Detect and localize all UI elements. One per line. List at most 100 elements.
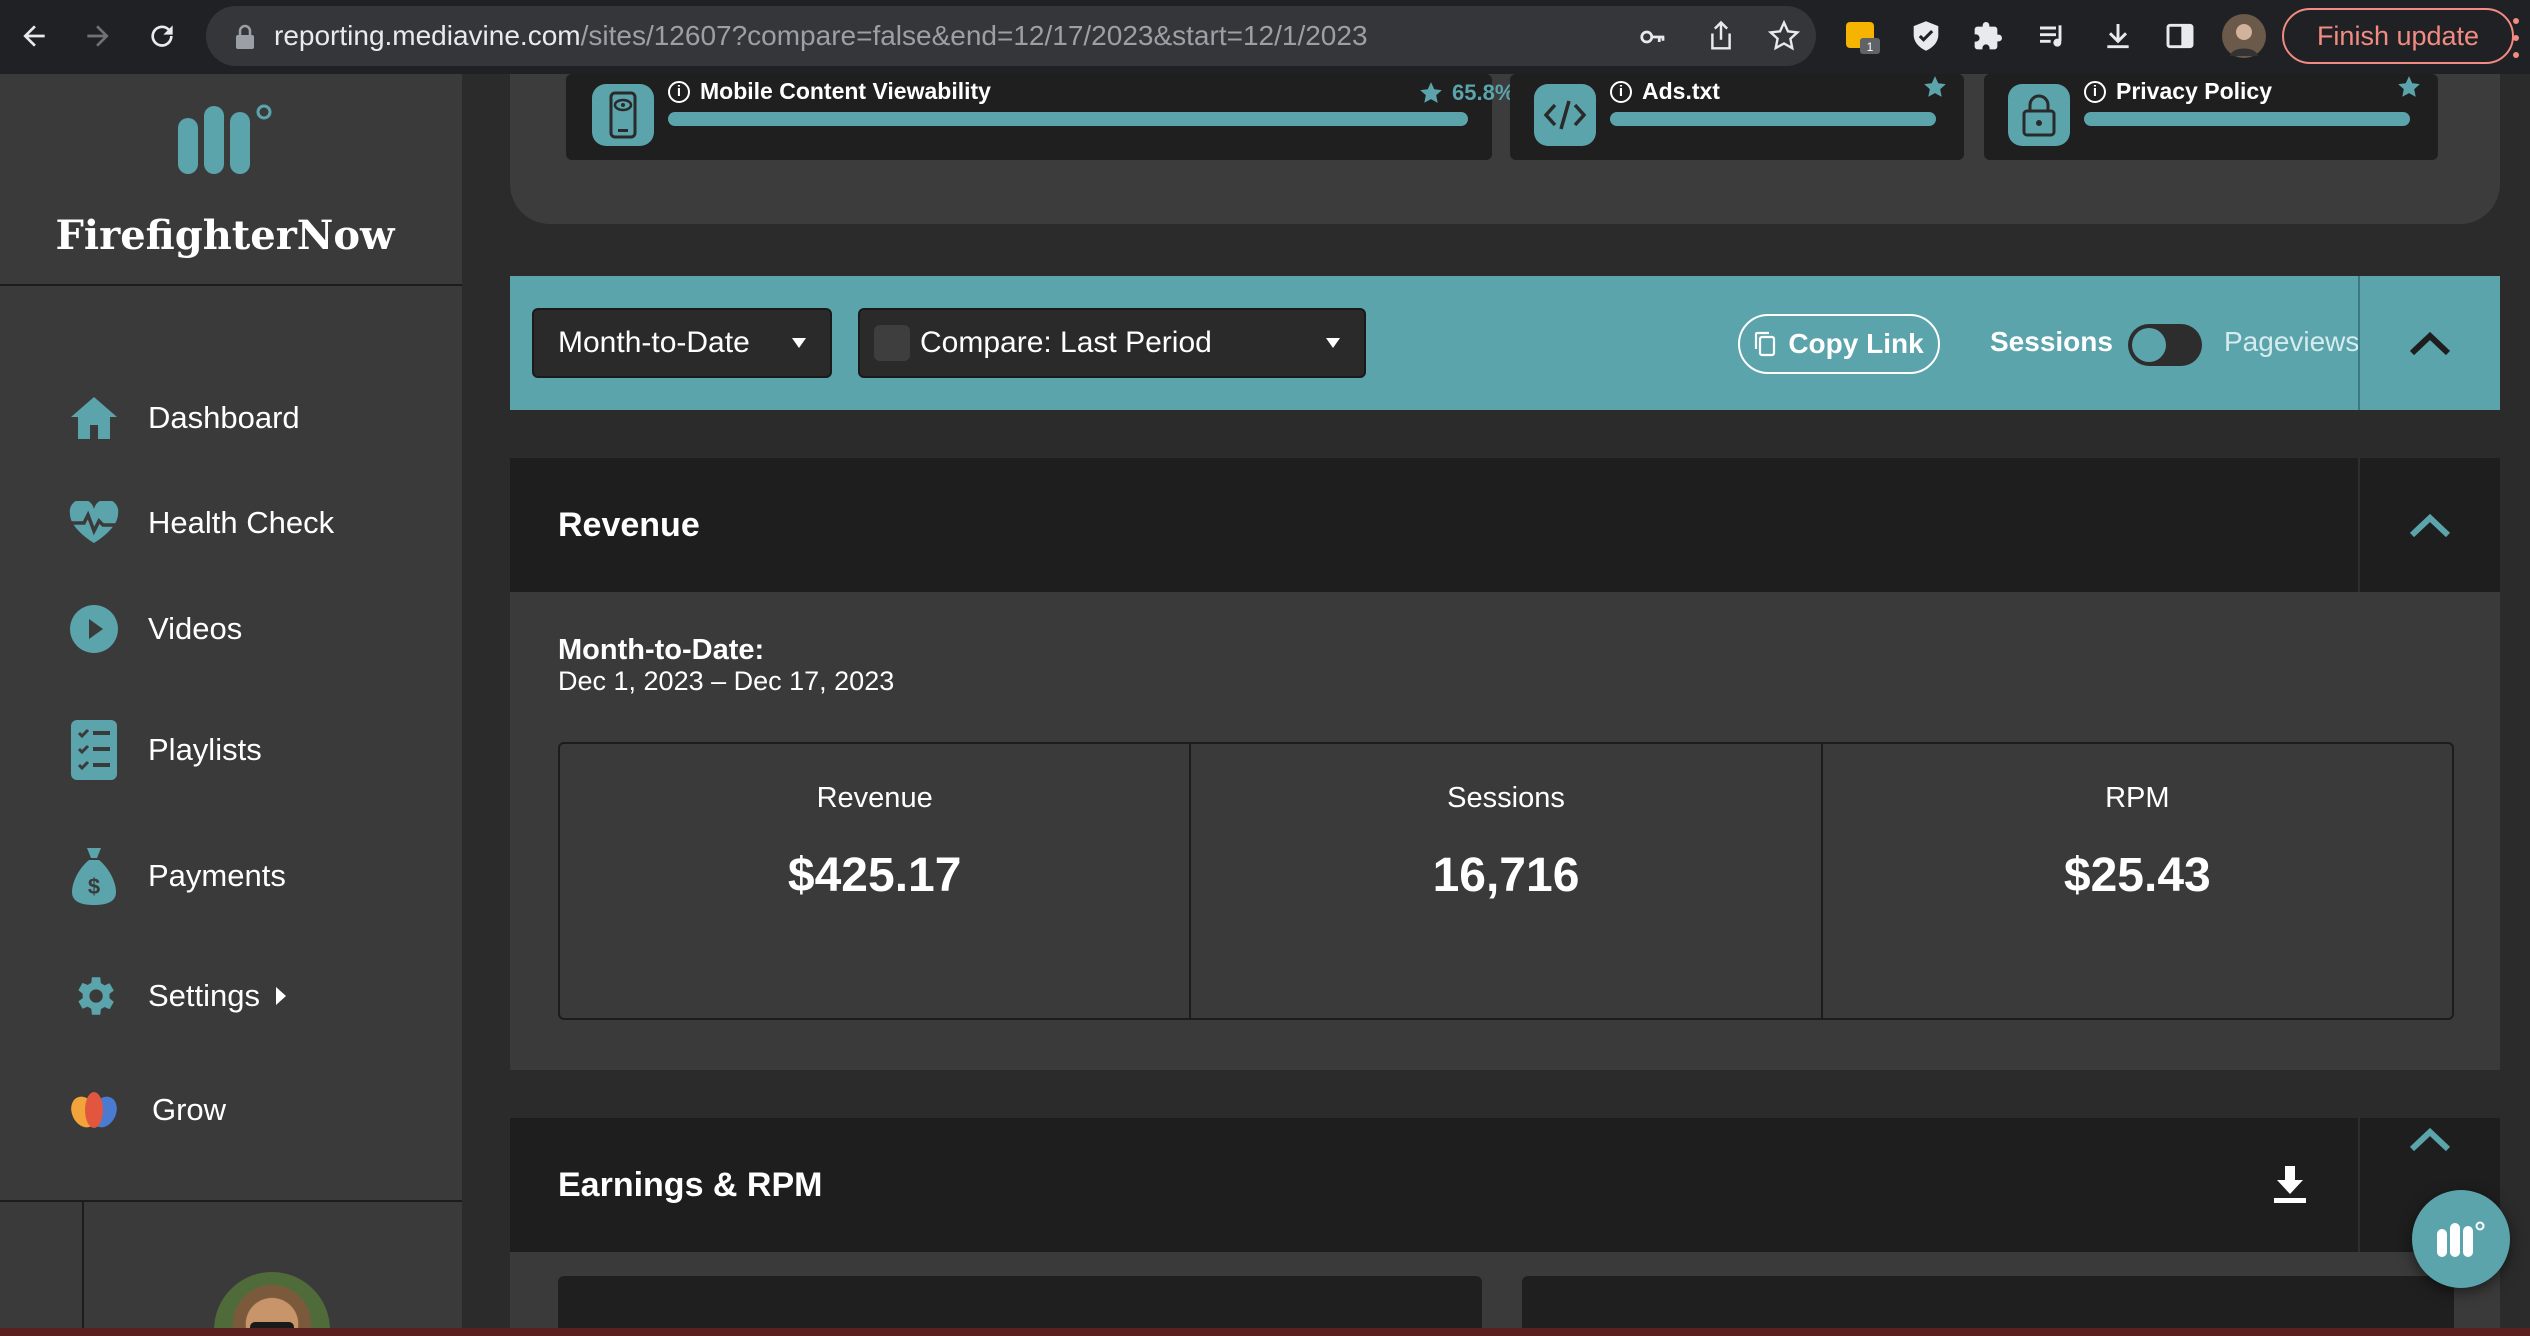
sidebar-item-label: Videos: [148, 611, 243, 646]
health-card-mobile-viewability[interactable]: i Mobile Content Viewability 65.8%: [566, 74, 1514, 160]
chevron-up-icon: [2409, 331, 2451, 356]
svg-text:$: $: [88, 874, 100, 899]
money-bag-icon: $: [66, 848, 122, 905]
sidebar-item-dashboard[interactable]: Dashboard: [66, 388, 300, 448]
filter-collapse-button[interactable]: [2358, 276, 2500, 410]
chevron-up-icon: [2409, 1127, 2451, 1152]
media-queue-icon[interactable]: [2032, 16, 2072, 56]
mediavine-help-button[interactable]: [2412, 1190, 2510, 1288]
copy-icon: [1755, 331, 1776, 357]
stat-value: 16,716: [1432, 849, 1580, 902]
chevron-up-icon: [2409, 513, 2451, 538]
address-bar[interactable]: reporting.mediavine.com/sites/12607?comp…: [206, 6, 1816, 66]
health-progress-bar: [2084, 112, 2410, 126]
side-panel-icon[interactable]: [2160, 16, 2200, 56]
sidebar: FirefighterNow Dashboard Health Check Vi…: [0, 74, 462, 1336]
stat-value: $425.17: [787, 849, 962, 902]
pageviews-toggle-label: Pageviews: [2224, 326, 2360, 357]
info-icon[interactable]: i: [668, 80, 690, 103]
compare-checkbox[interactable]: [874, 325, 910, 361]
divider: [0, 284, 462, 286]
key-icon[interactable]: [1638, 22, 1668, 52]
profile-avatar-icon[interactable]: [2222, 14, 2266, 58]
compare-value: Compare: Last Period: [920, 326, 1212, 359]
revenue-section-header: Revenue: [510, 458, 2500, 592]
stat-label: RPM: [2105, 782, 2170, 814]
heartbeat-icon: [66, 495, 122, 551]
reload-button[interactable]: [140, 14, 184, 58]
mediavine-logo: [176, 98, 276, 183]
health-check-panel: i Mobile Content Viewability 65.8% i Ads…: [510, 74, 2500, 224]
lock-icon: [2008, 84, 2070, 146]
health-score: 65.8%: [1418, 80, 1514, 106]
info-icon[interactable]: i: [1610, 80, 1632, 103]
sessions-pageviews-toggle[interactable]: [2128, 324, 2202, 366]
earnings-section-header: Earnings & RPM: [510, 1118, 2500, 1252]
forward-button[interactable]: [76, 14, 120, 58]
period-label: Month-to-Date:: [558, 634, 765, 666]
sidebar-item-playlists[interactable]: Playlists: [66, 720, 262, 780]
arrow-right-icon: [87, 25, 109, 47]
window-bottom-edge: [0, 1328, 2530, 1336]
revenue-section-body: Month-to-Date: Dec 1, 2023 – Dec 17, 202…: [510, 592, 2500, 1070]
rpm-chart-card: [1522, 1276, 2454, 1328]
main-content: i Mobile Content Viewability 65.8% i Ads…: [462, 74, 2530, 1328]
sidebar-item-videos[interactable]: Videos: [66, 599, 242, 659]
puzzle-extensions-icon[interactable]: [1968, 16, 2008, 56]
earnings-chart-card: [558, 1276, 1482, 1328]
compare-select[interactable]: Compare: Last Period: [858, 308, 1366, 378]
svg-text:1: 1: [1867, 40, 1874, 54]
site-name: FirefighterNow: [55, 212, 395, 259]
mediavine-logo-icon: [2437, 1221, 2485, 1257]
list-icon: [66, 720, 122, 780]
info-icon[interactable]: i: [2084, 80, 2106, 103]
health-card-privacy-policy[interactable]: i Privacy Policy: [1984, 74, 2438, 160]
shield-extension-icon[interactable]: [1906, 16, 1946, 56]
section-title: Revenue: [558, 506, 700, 544]
stat-rpm: RPM $25.43: [1823, 744, 2452, 1018]
sidebar-item-label: Health Check: [148, 505, 335, 540]
health-progress-bar: [1610, 112, 1936, 126]
health-card-ads-txt[interactable]: i Ads.txt: [1510, 74, 1964, 160]
star-icon: [1420, 82, 1442, 103]
divider: [82, 1202, 84, 1332]
browser-toolbar: reporting.mediavine.com/sites/12607?comp…: [0, 0, 2530, 74]
home-icon: [66, 390, 122, 446]
health-card-title: Mobile Content Viewability: [700, 78, 991, 104]
chrome-menu-icon[interactable]: [2506, 18, 2526, 58]
star-bookmark-icon[interactable]: [1768, 20, 1800, 52]
stat-sessions: Sessions 16,716: [1191, 744, 1823, 1018]
sidebar-item-settings[interactable]: Settings: [66, 966, 288, 1026]
mobile-eye-icon: [592, 84, 654, 146]
copy-link-button[interactable]: Copy Link: [1738, 314, 1940, 374]
stat-value: $25.43: [2063, 849, 2211, 902]
stat-label: Sessions: [1447, 782, 1565, 814]
sidebar-item-grow[interactable]: Grow: [66, 1080, 226, 1140]
stat-revenue: Revenue $425.17: [560, 744, 1192, 1018]
download-icon[interactable]: [2098, 16, 2138, 56]
reload-icon: [151, 25, 173, 47]
revenue-collapse-button[interactable]: [2358, 458, 2500, 592]
finish-update-button[interactable]: Finish update: [2282, 8, 2514, 64]
stat-label: Revenue: [816, 782, 933, 814]
share-icon[interactable]: [1706, 20, 1736, 52]
health-progress-bar: [668, 112, 1468, 126]
date-range-value: Month-to-Date: [558, 326, 750, 359]
user-avatar[interactable]: [214, 1272, 330, 1336]
health-card-title: Privacy Policy: [2116, 78, 2272, 104]
filter-bar: Month-to-Date Compare: Last Period Copy …: [510, 276, 2500, 410]
date-range-select[interactable]: Month-to-Date: [532, 308, 832, 378]
sidebar-item-payments[interactable]: $ Payments: [66, 846, 286, 906]
section-title: Earnings & RPM: [558, 1166, 823, 1204]
lock-icon: [236, 24, 254, 49]
extension-notes-icon[interactable]: 1: [1842, 16, 1882, 56]
sidebar-item-label: Settings: [148, 978, 261, 1013]
sidebar-item-label: Payments: [148, 858, 286, 893]
health-card-title: Ads.txt: [1642, 78, 1720, 104]
arrow-left-icon: [23, 25, 45, 47]
caret-down-icon: [792, 338, 806, 348]
download-icon[interactable]: [2272, 1164, 2308, 1204]
sidebar-item-health-check[interactable]: Health Check: [66, 493, 334, 553]
sidebar-item-label: Dashboard: [148, 400, 300, 435]
back-button[interactable]: [12, 14, 56, 58]
